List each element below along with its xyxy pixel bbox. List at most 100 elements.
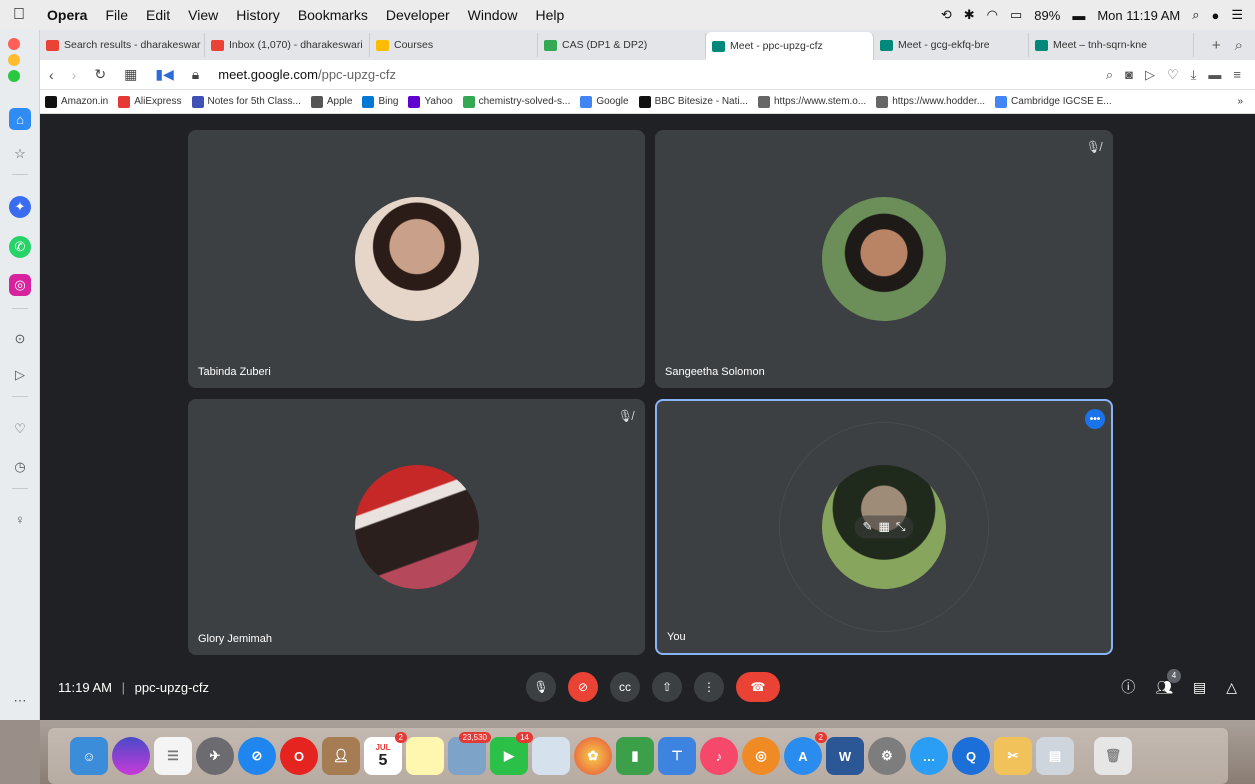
- more-options-icon[interactable]: ⋮: [694, 672, 724, 702]
- textedit-icon[interactable]: [532, 737, 570, 775]
- speed-dial-icon[interactable]: ▦: [115, 66, 146, 83]
- participant-tile[interactable]: 🎙︎̸ Sangeetha Solomon: [655, 130, 1113, 388]
- siri-icon[interactable]: [112, 737, 150, 775]
- menu-file[interactable]: File: [96, 7, 137, 23]
- menu-view[interactable]: View: [179, 7, 227, 23]
- zoom-window-icon[interactable]: [8, 70, 20, 82]
- numbers-icon[interactable]: ▮: [616, 737, 654, 775]
- heart-icon[interactable]: ♡: [1167, 67, 1179, 83]
- camera-permission-icon[interactable]: ▮◀: [146, 66, 182, 83]
- home-icon[interactable]: ⌂: [9, 108, 31, 130]
- tab-cas[interactable]: CAS (DP1 & DP2): [538, 33, 706, 57]
- forward-icon[interactable]: ›: [63, 67, 86, 83]
- quicktime-icon[interactable]: Q: [952, 737, 990, 775]
- photos-app-icon[interactable]: ✿: [574, 737, 612, 775]
- calendar-icon[interactable]: JUL 5 2: [364, 732, 407, 775]
- menu-developer[interactable]: Developer: [377, 7, 459, 23]
- menu-window[interactable]: Window: [459, 7, 527, 23]
- tab-meet-2[interactable]: Meet - gcg-ekfq-bre: [874, 33, 1029, 57]
- tab-search-icon[interactable]: ⌕: [1235, 37, 1243, 54]
- bookmark-chemistry[interactable]: chemistry-solved-s...: [458, 95, 576, 108]
- trash-icon[interactable]: 🗑︎: [1094, 737, 1132, 775]
- tab-gmail-search[interactable]: Search results - dharakeswar: [40, 33, 205, 57]
- tips-icon[interactable]: ♀: [9, 508, 31, 530]
- control-center-icon[interactable]: ☰: [1231, 7, 1243, 23]
- more-options-icon[interactable]: •••: [1085, 409, 1105, 429]
- airplay-icon[interactable]: ▭: [1010, 7, 1022, 23]
- books-icon[interactable]: ◎: [742, 737, 780, 775]
- send-icon[interactable]: ▷: [1145, 67, 1155, 83]
- participant-tile[interactable]: 🎙︎̸ Glory Jemimah: [188, 399, 645, 655]
- time-machine-icon[interactable]: ⟲: [941, 7, 952, 23]
- wifi-icon[interactable]: ◠: [987, 7, 998, 23]
- word-icon[interactable]: W: [826, 737, 864, 775]
- bookmark-apple[interactable]: Apple: [306, 95, 358, 108]
- bookmark-aliexpress[interactable]: AliExpress: [113, 95, 186, 108]
- new-tab-icon[interactable]: +: [1212, 37, 1221, 54]
- battery-icon[interactable]: ▬: [1072, 8, 1085, 23]
- activities-icon[interactable]: △: [1226, 679, 1237, 696]
- spotlight-icon[interactable]: ⌕: [1192, 7, 1199, 23]
- notes-icon[interactable]: [406, 737, 444, 775]
- photos-icon[interactable]: 23,530: [448, 732, 491, 775]
- apple-menu-icon[interactable]: : [0, 6, 38, 24]
- minimize-window-icon[interactable]: [8, 54, 20, 66]
- menu-edit[interactable]: Edit: [137, 7, 179, 23]
- clock[interactable]: Mon 11:19 AM: [1097, 8, 1180, 23]
- download-icon[interactable]: ⤓: [1191, 67, 1197, 83]
- bookmark-bbc[interactable]: BBC Bitesize - Nati...: [634, 95, 753, 108]
- bookmark-bing[interactable]: Bing: [357, 95, 403, 108]
- camera-off-icon[interactable]: ⊘: [568, 672, 598, 702]
- bookmark-cambridge[interactable]: Cambridge IGCSE E...: [990, 95, 1117, 108]
- whatsapp-icon[interactable]: ✆: [9, 236, 31, 258]
- history-icon[interactable]: ◷: [9, 456, 31, 478]
- battery-saver-icon[interactable]: ▬: [1208, 67, 1221, 83]
- player-icon[interactable]: ⊙: [9, 328, 31, 350]
- messages-icon[interactable]: …: [910, 737, 948, 775]
- tab-courses[interactable]: Courses: [370, 33, 538, 57]
- app-store-icon[interactable]: A2: [784, 732, 827, 775]
- bookmark-hodder[interactable]: https://www.hodder...: [871, 95, 990, 108]
- safari-icon[interactable]: ⊘: [238, 737, 276, 775]
- bluetooth-icon[interactable]: ✱: [964, 7, 975, 23]
- easy-setup-icon[interactable]: ≡: [1233, 67, 1241, 83]
- hide-self-icon[interactable]: ▦: [879, 520, 890, 535]
- battery-percent[interactable]: 89%: [1034, 8, 1060, 23]
- tab-meet-3[interactable]: Meet – tnh-sqrn-kne: [1029, 33, 1194, 57]
- bookmark-yahoo[interactable]: Yahoo: [403, 95, 457, 108]
- flow-icon[interactable]: ▷: [9, 364, 31, 386]
- messenger-icon[interactable]: ✦: [9, 196, 31, 218]
- pin-icon[interactable]: ✎: [862, 520, 872, 535]
- reload-icon[interactable]: ↻: [85, 66, 115, 83]
- bookmark-stem[interactable]: https://www.stem.o...: [753, 95, 871, 108]
- minimize-icon[interactable]: ⤡: [896, 520, 906, 535]
- menu-history[interactable]: History: [227, 7, 289, 23]
- tab-meet-active[interactable]: Meet - ppc-upzg-cfz: [706, 32, 874, 60]
- people-icon[interactable]: 👥︎ 4: [1155, 668, 1181, 696]
- menu-bookmarks[interactable]: Bookmarks: [289, 7, 377, 23]
- captions-icon[interactable]: cc: [610, 672, 640, 702]
- menu-app-name[interactable]: Opera: [38, 7, 96, 23]
- back-icon[interactable]: ‹: [40, 67, 63, 83]
- bookmark-notes[interactable]: Notes for 5th Class...: [187, 95, 306, 108]
- bookmark-amazon[interactable]: Amazon.in: [40, 95, 113, 108]
- facetime-icon[interactable]: ▶ 14: [490, 732, 533, 775]
- url-field[interactable]: meet.google.com/ppc-upzg-cfz: [218, 67, 396, 82]
- bookmark-google[interactable]: Google: [575, 95, 633, 108]
- contacts-icon[interactable]: 👤︎: [322, 737, 360, 775]
- more-icon[interactable]: ⋯: [9, 690, 31, 712]
- system-preferences-icon[interactable]: ⚙: [868, 737, 906, 775]
- meeting-code[interactable]: ppc-upzg-cfz: [135, 680, 209, 695]
- close-window-icon[interactable]: [8, 38, 20, 50]
- tab-gmail-inbox[interactable]: Inbox (1,070) - dharakeswari: [205, 33, 370, 57]
- archive-utility-icon[interactable]: ✂: [994, 737, 1032, 775]
- instagram-icon[interactable]: ◎: [9, 274, 31, 296]
- keynote-icon[interactable]: ⊤: [658, 737, 696, 775]
- chat-icon[interactable]: ▤: [1193, 679, 1206, 696]
- preview-icon[interactable]: ▤: [1036, 737, 1074, 775]
- snapshot-icon[interactable]: ◙: [1125, 67, 1133, 83]
- present-screen-icon[interactable]: ⇧: [652, 672, 682, 702]
- opera-icon[interactable]: O: [280, 737, 318, 775]
- microphone-icon[interactable]: 🎙︎: [526, 672, 556, 702]
- search-icon[interactable]: ⌕: [1106, 67, 1113, 83]
